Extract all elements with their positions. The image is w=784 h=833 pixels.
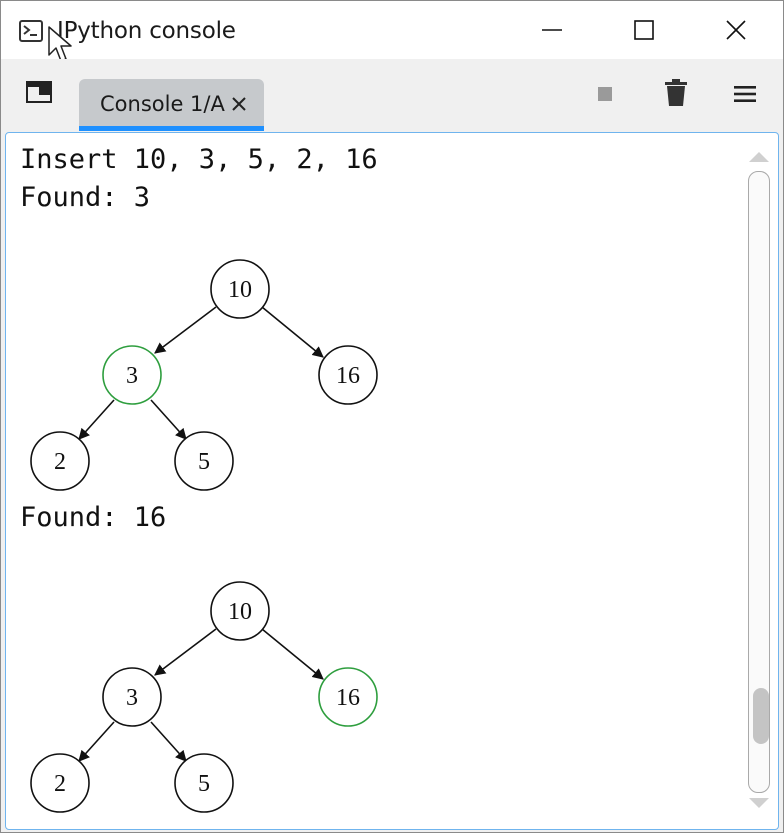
tree-node-16: 16 (318, 667, 378, 727)
title-bar[interactable]: IPython console (1, 1, 783, 62)
edge-10-16 (261, 306, 324, 358)
node-label: 16 (336, 363, 360, 389)
close-window-button[interactable] (691, 1, 781, 59)
scroll-up-arrow-icon[interactable] (748, 149, 770, 163)
edge-3-2 (78, 399, 115, 440)
output-line-found-3: Found: 3 (20, 182, 151, 213)
window-title: IPython console (57, 18, 236, 44)
edge-3-5 (150, 399, 187, 440)
scroll-down-arrow-icon[interactable] (748, 797, 770, 811)
node-label: 10 (228, 599, 252, 625)
output-line-found-16: Found: 16 (20, 502, 167, 533)
tree-node-10: 10 (210, 581, 270, 641)
stop-icon[interactable] (597, 86, 613, 102)
edge-3-5 (150, 721, 187, 762)
hamburger-menu-icon[interactable] (734, 85, 756, 103)
terminal-icon (19, 20, 43, 42)
tree-node-3: 3 (102, 345, 162, 405)
tree-node-10: 10 (210, 259, 270, 319)
bst-tree-plot-1: 10 3 16 2 5 (30, 259, 378, 491)
console-output: Insert 10, 3, 5, 2, 16 Found: 3 (20, 141, 720, 217)
scroll-thumb[interactable] (753, 687, 769, 744)
tree-node-5: 5 (174, 431, 234, 491)
node-label: 2 (54, 449, 66, 475)
maximize-icon (634, 20, 654, 40)
active-tab-indicator (79, 126, 264, 131)
node-label: 3 (126, 685, 138, 711)
node-label: 16 (336, 685, 360, 711)
tree-node-16: 16 (318, 345, 378, 405)
node-label: 5 (198, 449, 210, 475)
tab-console-1a[interactable]: Console 1/A (79, 79, 264, 131)
minimize-button[interactable] (507, 1, 597, 59)
tree-node-5: 5 (174, 753, 234, 813)
tree-nodes: 10 3 16 2 5 (30, 581, 378, 813)
node-label: 2 (54, 771, 66, 797)
tree-node-2: 2 (30, 753, 90, 813)
edge-10-3 (154, 306, 217, 354)
output-line-insert: Insert 10, 3, 5, 2, 16 (20, 144, 378, 175)
undock-icon[interactable] (26, 81, 52, 103)
edge-3-2 (78, 721, 115, 762)
tab-label: Console 1/A (100, 92, 225, 116)
node-label: 5 (198, 771, 210, 797)
ipython-console-window: IPython console Console 1/A Insert 10, 3… (0, 0, 784, 833)
minimize-icon (542, 29, 562, 31)
tree-node-2: 2 (30, 431, 90, 491)
maximize-button[interactable] (599, 1, 689, 59)
tree-node-3: 3 (102, 667, 162, 727)
edge-10-3 (154, 628, 217, 676)
node-label: 10 (228, 277, 252, 303)
close-icon (726, 20, 746, 40)
console-toolbar: Console 1/A (1, 59, 783, 131)
bst-tree-plot-2: 10 3 16 2 5 (30, 581, 378, 813)
console-output-pane[interactable]: Insert 10, 3, 5, 2, 16 Found: 3 10 3 16 … (5, 132, 779, 830)
vertical-scrollbar[interactable] (746, 143, 774, 823)
trash-icon[interactable] (664, 79, 688, 107)
edge-10-16 (261, 628, 324, 680)
tab-close-icon[interactable] (231, 96, 247, 112)
tree-nodes: 10 3 16 2 5 (30, 259, 378, 491)
node-label: 3 (126, 363, 138, 389)
scroll-track[interactable] (748, 171, 770, 793)
